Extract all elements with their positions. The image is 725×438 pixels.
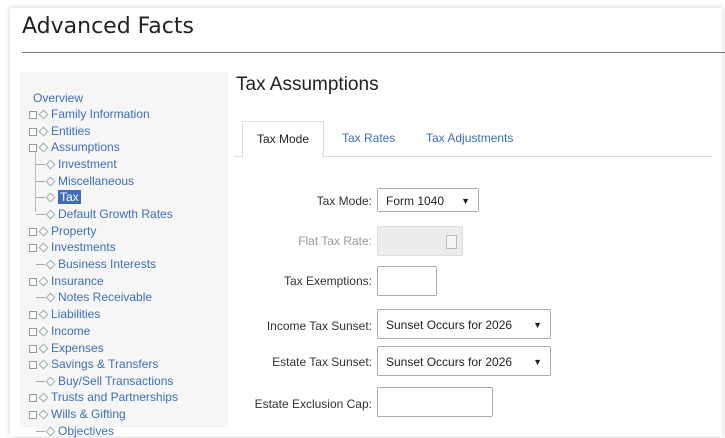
node-icon [45,176,56,187]
page-title: Tax Assumptions [236,74,379,95]
expand-icon[interactable] [29,243,37,252]
sidebar-item-savings-transfers[interactable]: Savings & Transfers [29,357,158,371]
chevron-down-icon: ▼ [461,196,470,206]
node-icon [38,359,49,370]
node-icon [38,109,49,120]
node-icon [38,343,49,354]
node-icon [38,309,49,320]
node-icon [45,259,56,270]
node-icon [38,276,49,287]
expand-icon[interactable] [29,410,37,419]
sidebar-item-entities[interactable]: Entities [29,124,90,138]
sidebar-item-tax[interactable]: Tax [36,190,81,204]
expand-icon[interactable] [29,310,37,319]
title-divider [22,52,725,53]
sidebar-item-wills-gifting[interactable]: Wills & Gifting [29,407,126,421]
sidebar-item-business-interests[interactable]: Business Interests [36,257,156,271]
estate-exclusion-cap-label: Estate Exclusion Cap: [254,397,372,411]
tab-tax-adjustments[interactable]: Tax Adjustments [412,121,527,156]
node-icon [38,392,49,403]
sidebar-item-income[interactable]: Income [29,324,90,338]
tax-exemptions-input[interactable] [377,266,437,296]
collapse-icon[interactable] [29,143,37,152]
sidebar-item-overview[interactable]: Overview [33,91,83,105]
sidebar-item-liabilities[interactable]: Liabilities [29,307,100,321]
income-tax-sunset-select[interactable]: Sunset Occurs for 2026 ▼ [377,309,551,339]
app-title: Advanced Facts [22,14,194,39]
sidebar-item-trusts-partnerships[interactable]: Trusts and Partnerships [29,390,178,404]
tax-mode-label: Tax Mode: [316,194,372,208]
node-icon [45,159,56,170]
sidebar-item-miscellaneous[interactable]: Miscellaneous [36,174,134,188]
sidebar-item-family-information[interactable]: Family Information [29,107,150,121]
tax-mode-select[interactable]: Form 1040 ▼ [377,188,479,212]
chevron-down-icon: ▼ [533,357,542,367]
chevron-down-icon: ▼ [533,320,542,330]
flat-tax-rate-label: Flat Tax Rate: [298,234,372,248]
expand-icon[interactable] [29,360,37,369]
sidebar-item-investments[interactable]: Investments [29,240,116,254]
tab-tax-rates[interactable]: Tax Rates [328,121,409,156]
tax-mode-value: Form 1040 [386,194,445,208]
tab-bar: Tax Mode Tax Rates Tax Adjustments [234,118,712,158]
sidebar-item-objectives[interactable]: Objectives [36,424,114,438]
node-icon [45,376,56,387]
estate-exclusion-cap-input[interactable] [377,387,493,417]
sidebar-item-insurance[interactable]: Insurance [29,274,104,288]
expand-icon[interactable] [29,227,37,236]
tab-tax-mode[interactable]: Tax Mode [242,121,325,158]
sidebar-item-investment[interactable]: Investment [36,157,117,171]
income-tax-sunset-label: Income Tax Sunset: [266,319,372,333]
tax-exemptions-label: Tax Exemptions: [283,274,372,288]
node-icon [45,209,56,220]
node-icon [38,326,49,337]
expand-icon[interactable] [29,327,37,336]
expand-icon[interactable] [29,110,37,119]
node-icon [45,192,56,203]
calculator-icon [446,235,457,249]
node-icon [38,126,49,137]
sidebar-item-property[interactable]: Property [29,224,96,238]
node-icon [45,292,56,303]
sidebar-item-default-growth-rates[interactable]: Default Growth Rates [36,207,173,221]
sidebar-item-notes-receivable[interactable]: Notes Receivable [36,290,152,304]
expand-icon[interactable] [29,393,37,402]
expand-icon[interactable] [29,344,37,353]
estate-tax-sunset-label: Estate Tax Sunset: [272,355,372,369]
sidebar-item-assumptions[interactable]: Assumptions [29,140,120,154]
node-icon [38,226,49,237]
flat-tax-rate-input [377,226,463,256]
estate-tax-sunset-select[interactable]: Sunset Occurs for 2026 ▼ [377,346,551,376]
sidebar-item-expenses[interactable]: Expenses [29,341,104,355]
estate-tax-sunset-value: Sunset Occurs for 2026 [386,355,513,369]
node-icon [45,426,56,437]
node-icon [38,142,49,153]
node-icon [38,242,49,253]
income-tax-sunset-value: Sunset Occurs for 2026 [386,318,513,332]
sidebar-item-buy-sell-transactions[interactable]: Buy/Sell Transactions [36,374,173,388]
expand-icon[interactable] [29,127,37,136]
node-icon [38,409,49,420]
expand-icon[interactable] [29,277,37,286]
